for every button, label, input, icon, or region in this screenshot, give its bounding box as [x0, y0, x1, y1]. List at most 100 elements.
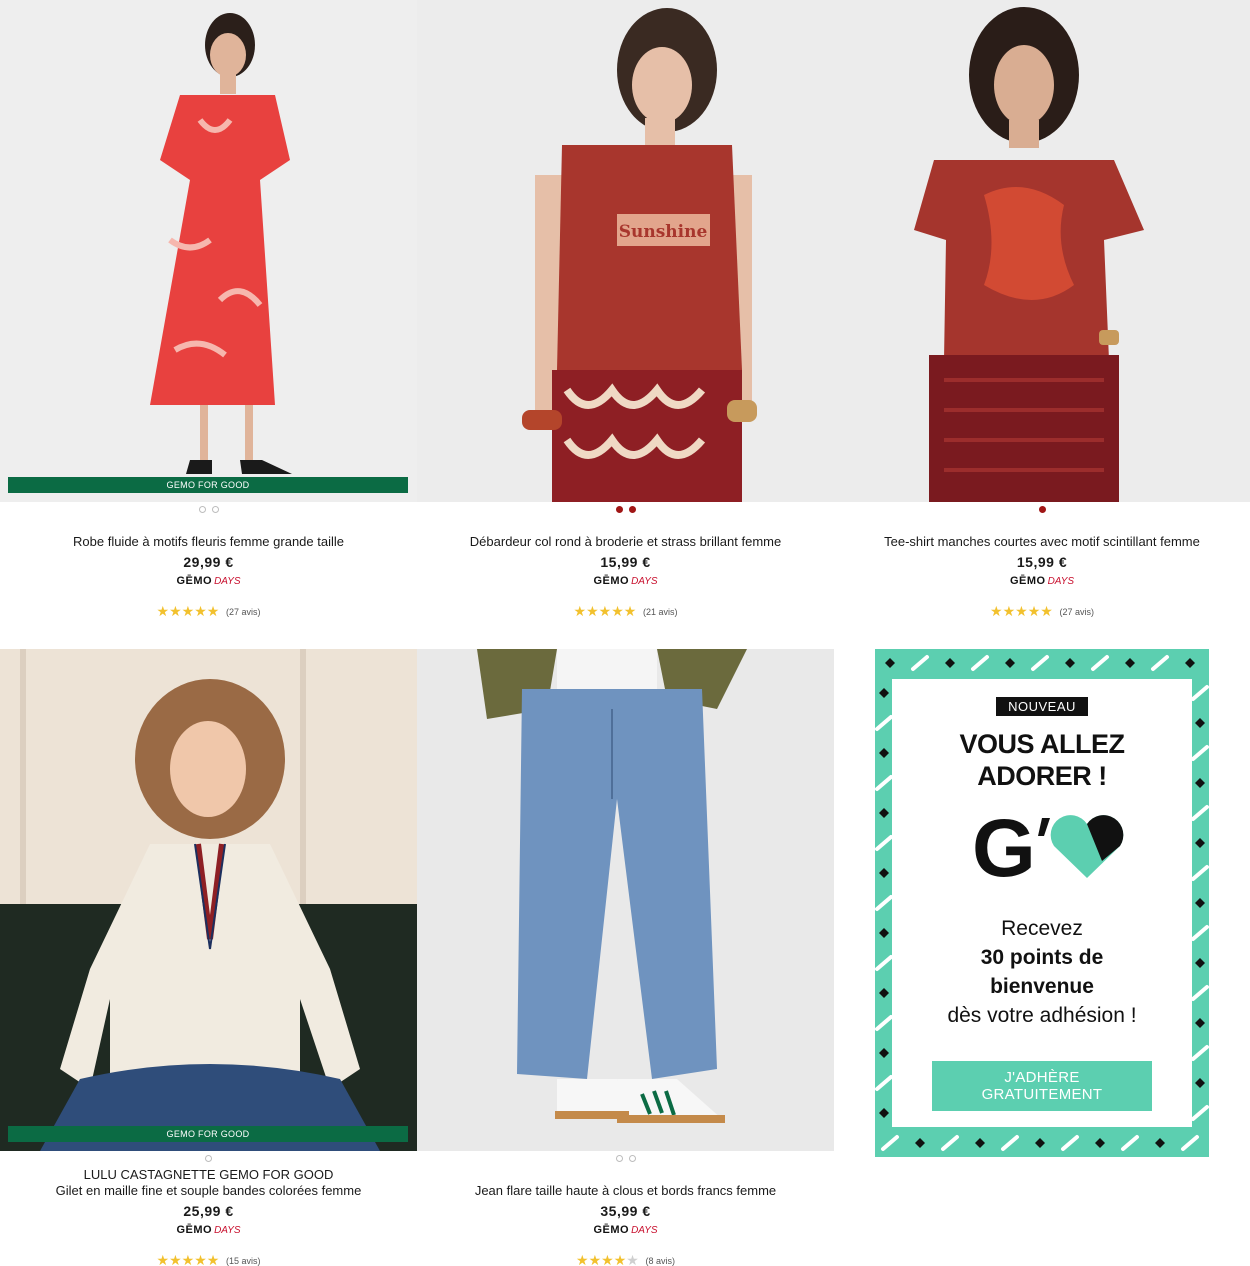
pattern-diamond [1065, 658, 1075, 668]
product-rating: ★★★★★ (27 avis) [0, 604, 417, 619]
carousel-dots [417, 502, 834, 516]
pattern-diamond [1155, 1138, 1165, 1148]
carousel-dot[interactable] [205, 1155, 212, 1162]
promo-content: NOUVEAU VOUS ALLEZ ADORER ! G Recevez 30… [892, 679, 1192, 1127]
carousel-dot[interactable] [198, 506, 206, 513]
model-tanktop-illustration: Sunshine [522, 8, 757, 502]
product-image[interactable] [417, 649, 834, 1151]
promo-line-2: 30 points de [980, 946, 1104, 969]
product-rating: ★★★★★ (15 avis) [0, 1253, 417, 1266]
carousel-dot[interactable] [615, 1155, 623, 1162]
gemo-days-logo: GĒMO DAYS [417, 574, 834, 589]
pattern-diamond [1035, 1138, 1045, 1148]
carousel-dot[interactable] [628, 1155, 636, 1162]
product-name[interactable]: Débardeur col rond à broderie et strass … [417, 534, 834, 550]
pattern-diamond [915, 1138, 925, 1148]
half-star-icon: ★ [623, 603, 637, 619]
pattern-diamond [1005, 658, 1015, 668]
pattern-dash [875, 955, 893, 971]
pattern-dash [881, 1135, 899, 1151]
product-card[interactable]: Tee-shirt manches courtes avec motif sci… [834, 0, 1250, 619]
review-count[interactable]: (8 avis) [645, 1256, 675, 1266]
product-image[interactable]: Sunshine [417, 0, 834, 502]
product-price: 15,99 € [1016, 554, 1068, 570]
product-image[interactable] [834, 0, 1250, 502]
product-rating: ★★★★★ (21 avis) [417, 604, 834, 619]
gemo-for-good-badge: GEMO FOR GOOD [8, 477, 408, 493]
pattern-dash [1191, 685, 1209, 701]
star-icon: ★ [601, 1252, 614, 1266]
product-image[interactable]: GEMO FOR GOOD [0, 0, 417, 502]
product-name[interactable]: Robe fluide à motifs fleuris femme grand… [0, 534, 417, 550]
gemo-logo-text: GĒMO [1009, 575, 1046, 587]
days-logo-text: DAYS [214, 576, 241, 587]
review-count[interactable]: (27 avis) [226, 607, 261, 617]
star-icon: ★ [1015, 603, 1028, 619]
star-icon: ★ [1002, 603, 1016, 619]
pattern-dash [1181, 1135, 1199, 1151]
gemo-days-logo: GĒMO DAYS [0, 1223, 417, 1238]
svg-text:G: G [972, 806, 1036, 886]
product-name[interactable]: Tee-shirt manches courtes avec motif sci… [834, 534, 1250, 550]
pattern-dash [875, 775, 893, 791]
carousel-dot[interactable] [211, 506, 219, 513]
pattern-diamond [1195, 1078, 1205, 1088]
carousel-dot[interactable] [615, 506, 623, 513]
pattern-diamond [1125, 658, 1135, 668]
pattern-diamond [1095, 1138, 1105, 1148]
days-logo-text: DAYS [631, 1225, 658, 1236]
pattern-diamond [879, 808, 889, 818]
product-card[interactable]: GEMO FOR GOOD LULU CASTAGNETTE GEMO FOR … [0, 649, 417, 1266]
review-count[interactable]: (15 avis) [226, 1256, 261, 1266]
star-icon: ★ [598, 603, 612, 619]
pattern-diamond [1195, 898, 1205, 908]
pattern-diamond [879, 688, 889, 698]
product-card[interactable]: Jean flare taille haute à clous et bords… [417, 649, 834, 1266]
star-icon: ★ [990, 603, 1003, 619]
pattern-diamond [1195, 1018, 1205, 1028]
pattern-dash [1091, 655, 1109, 671]
days-logo-text: DAYS [214, 1225, 241, 1236]
carousel-dot[interactable] [1038, 506, 1046, 513]
gemo-days-logo: GĒMO DAYS [0, 574, 417, 589]
star-icon: ★ [586, 603, 599, 619]
pattern-dash [971, 655, 989, 671]
star-icon: ★ [194, 1252, 207, 1266]
pattern-diamond [1195, 778, 1205, 788]
product-price: 35,99 € [600, 1203, 651, 1219]
carousel-dots [0, 502, 417, 516]
pattern-dash [1191, 1045, 1209, 1061]
loyalty-promo-banner[interactable]: NOUVEAU VOUS ALLEZ ADORER ! G Recevez 30… [875, 649, 1209, 1157]
join-free-button[interactable]: J'ADHÈRE GRATUITEMENT [932, 1061, 1152, 1111]
pattern-diamond [975, 1138, 985, 1148]
pattern-dash [875, 895, 893, 911]
pattern-diamond [879, 868, 889, 878]
review-count[interactable]: (27 avis) [1059, 607, 1094, 617]
model-dress-illustration [150, 13, 292, 474]
review-count[interactable]: (21 avis) [643, 607, 678, 617]
product-name[interactable]: Jean flare taille haute à clous et bords… [417, 1183, 834, 1199]
carousel-dot[interactable] [628, 506, 636, 513]
pattern-diamond [885, 658, 895, 668]
star-icon: ★ [181, 603, 195, 619]
product-card[interactable]: Sunshine Débardeur col rond à broderie e… [417, 0, 834, 619]
product-brand[interactable]: LULU CASTAGNETTE GEMO FOR GOOD [0, 1167, 417, 1183]
pattern-diamond [879, 1048, 889, 1058]
pattern-dash [875, 1075, 893, 1091]
pattern-dash [875, 835, 893, 851]
star-icon: ★ [613, 1252, 627, 1266]
product-name[interactable]: Gilet en maille fine et souple bandes co… [0, 1183, 417, 1199]
pattern-dash [1191, 925, 1209, 941]
product-image[interactable]: GEMO FOR GOOD [0, 649, 417, 1151]
product-price: 29,99 € [183, 554, 234, 570]
product-price: 15,99 € [600, 554, 651, 570]
pattern-dash [1121, 1135, 1139, 1151]
product-card[interactable]: GEMO FOR GOOD Robe fluide à motifs fleur… [0, 0, 417, 619]
product-rating: ★★★★★ (27 avis) [834, 604, 1250, 619]
star-icon: ★ [576, 1252, 589, 1266]
carousel-dots [834, 502, 1250, 516]
promo-line-4: dès votre adhésion ! [947, 1004, 1137, 1027]
pattern-dash [1191, 985, 1209, 1001]
promo-headline-line-2: ADORER ! [977, 761, 1107, 791]
star-icon: ★ [156, 603, 170, 619]
